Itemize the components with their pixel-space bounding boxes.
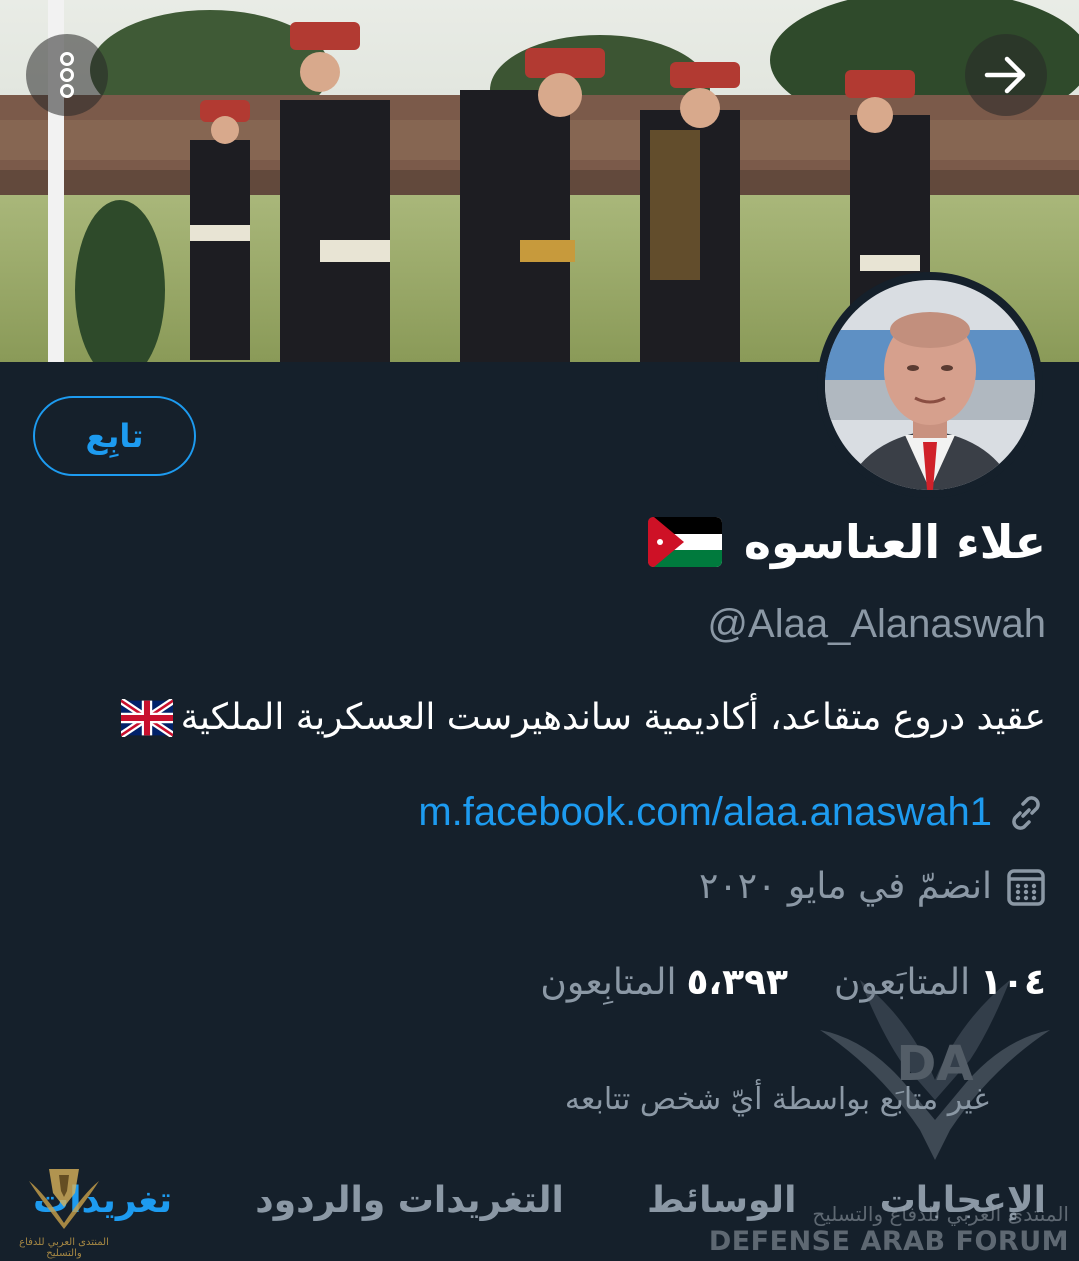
followers-stat[interactable]: ٥،٣٩٣ المتابِعون [540, 962, 788, 1003]
link-icon [1012, 795, 1040, 830]
display-name: علاء العناسوه [743, 515, 1046, 569]
tab-media[interactable]: الوسائط [647, 1180, 796, 1250]
uk-flag-icon [120, 698, 173, 737]
tab-tweets[interactable]: تغريدات [33, 1180, 172, 1250]
website-row: m.facebook.com/alaa.anaswah1 [418, 790, 1046, 835]
follow-button[interactable]: تابِع [33, 396, 196, 476]
bio-text: عقيد دروع متقاعد، أكاديمية ساندهيرست الع… [180, 697, 1046, 738]
calendar-icon [1007, 868, 1045, 906]
tab-likes[interactable]: الإعجابات [880, 1180, 1046, 1250]
jordan-flag-icon [647, 517, 722, 567]
bio-row: عقيد دروع متقاعد، أكاديمية ساندهيرست الع… [120, 697, 1046, 738]
website-link[interactable]: m.facebook.com/alaa.anaswah1 [418, 790, 992, 835]
joined-date: انضمّ في مايو ٢٠٢٠ [699, 866, 992, 907]
more-vertical-icon [60, 52, 74, 98]
profile-tabs: تغريدات التغريدات والردود الوسائط الإعجا… [0, 1180, 1079, 1250]
joined-row: انضمّ في مايو ٢٠٢٠ [699, 866, 1046, 907]
profile-avatar[interactable] [817, 272, 1043, 498]
forum-logo-text: DA [897, 1036, 974, 1092]
profile-name-row: علاء العناسوه [647, 515, 1046, 569]
forum-logo-watermark: DA [820, 980, 1050, 1160]
followers-label: المتابِعون [540, 962, 677, 1003]
followers-count: ٥،٣٩٣ [686, 962, 789, 1003]
back-button[interactable] [965, 34, 1047, 116]
arrow-right-icon [984, 56, 1026, 94]
username-handle: @Alaa_Alanaswah [707, 602, 1046, 646]
tab-tweets-and-replies[interactable]: التغريدات والردود [255, 1180, 564, 1250]
avatar-photo [825, 280, 1035, 490]
more-options-button[interactable] [26, 34, 108, 116]
